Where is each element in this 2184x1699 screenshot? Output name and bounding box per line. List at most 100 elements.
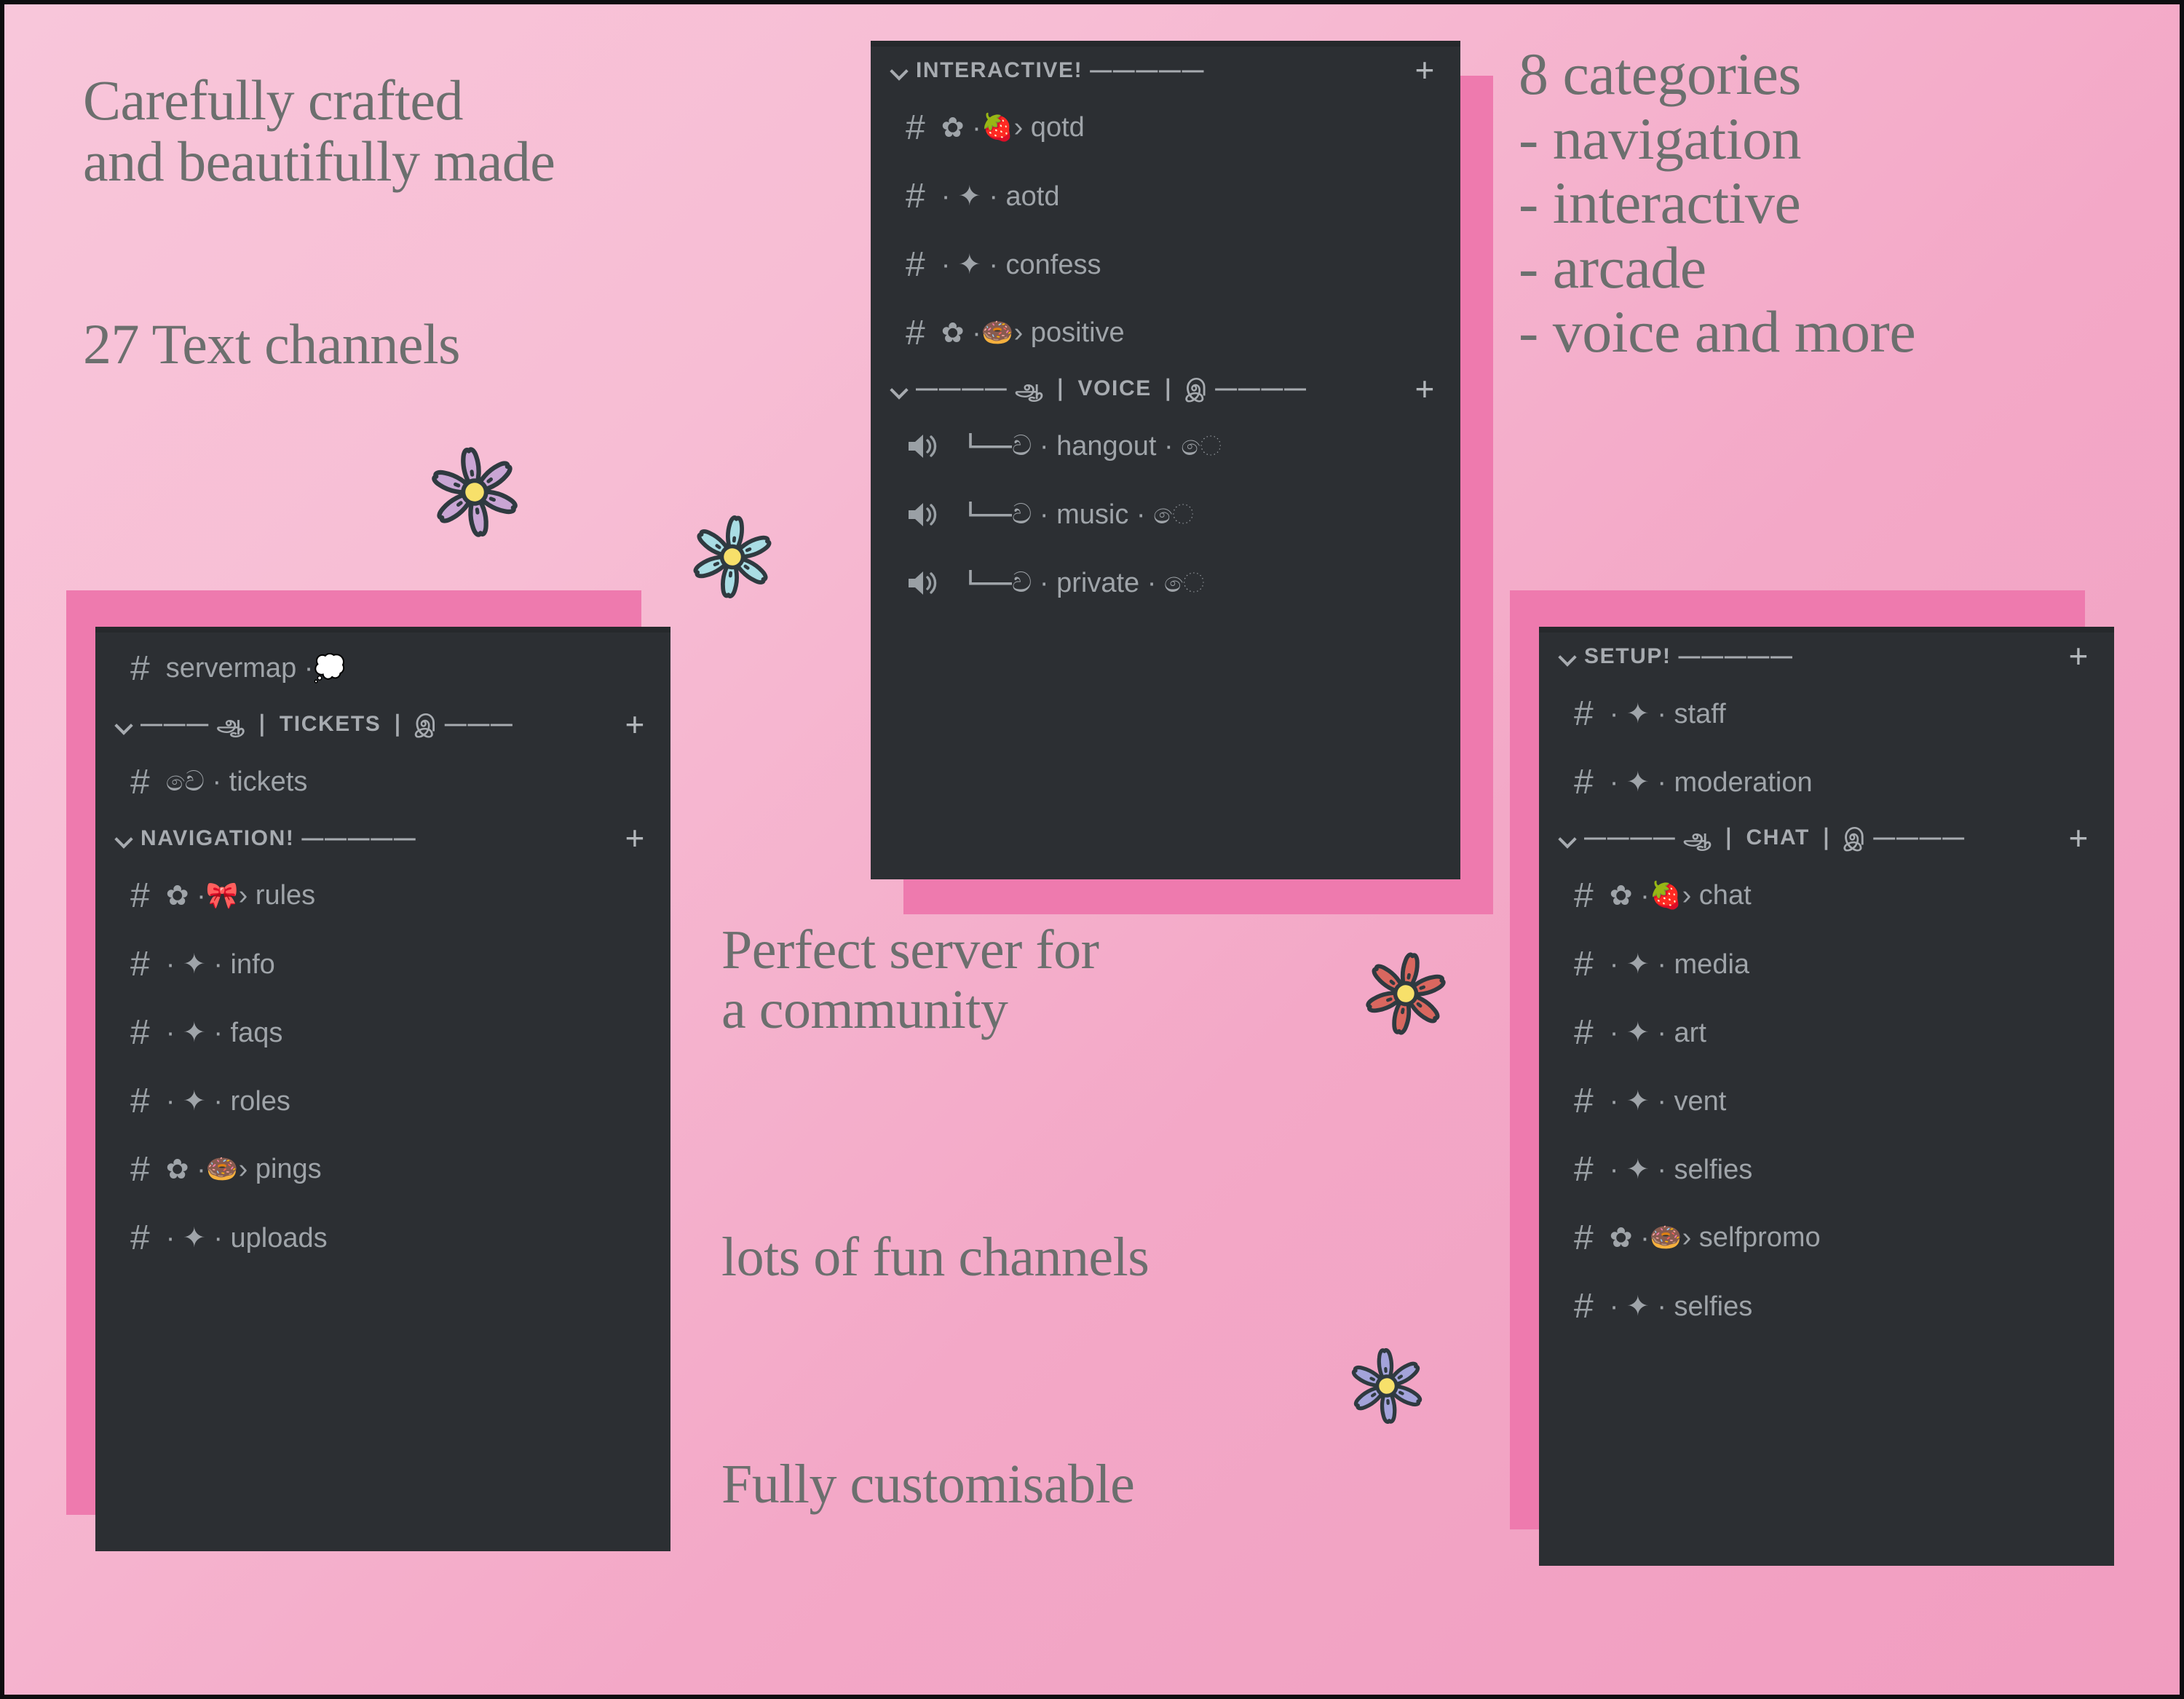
hash-icon: # bbox=[1574, 944, 1594, 983]
speaker-icon bbox=[906, 569, 939, 598]
hash-icon: # bbox=[1574, 1286, 1594, 1326]
headline-perfect-server: Perfect server for a community bbox=[721, 919, 1099, 1041]
channel-item-music[interactable]: ┗━ව · music · ෙ bbox=[871, 480, 1460, 549]
category-header-label: ———— ஆ ❘ VOICE ❘ இ ———— bbox=[916, 376, 1307, 400]
doughnut-emoji: 🍩 bbox=[1649, 1222, 1682, 1252]
poster-canvas: Carefully crafted and beautifully made 2… bbox=[0, 0, 2184, 1699]
category-header-voice[interactable]: ———— ஆ ❘ VOICE ❘ இ ———— + bbox=[871, 367, 1460, 412]
channel-name-text: › qotd bbox=[1013, 111, 1085, 143]
channel-name-text: ┗━ව · music · ෙ bbox=[957, 499, 1195, 530]
channel-item-media[interactable]: # · ✦ · media bbox=[1539, 930, 2114, 998]
channel-item-vent[interactable]: # · ✦ · vent bbox=[1539, 1066, 2114, 1135]
category-header-interactive[interactable]: INTERACTIVE! ————— + bbox=[871, 48, 1460, 93]
chevron-down-icon bbox=[114, 716, 133, 734]
channel-item-info[interactable]: # · ✦ · info bbox=[95, 930, 670, 998]
channel-name-text: · ✦ · faqs bbox=[165, 1017, 283, 1048]
speaker-icon bbox=[906, 500, 939, 529]
channel-name-text: ✿ · bbox=[941, 317, 981, 349]
channel-item-positive[interactable]: # ✿ · 🍩 › positive bbox=[871, 298, 1460, 367]
channel-item-selfies[interactable]: # · ✦ · selfies bbox=[1539, 1272, 2114, 1340]
category-header-chat[interactable]: ———— ஆ ❘ CHAT ❘ இ ———— + bbox=[1539, 816, 2114, 861]
channel-item-tickets[interactable]: # වෙ · tickets bbox=[95, 748, 670, 816]
channel-item-aotd[interactable]: # · ✦ · aotd bbox=[871, 162, 1460, 230]
add-channel-button[interactable]: + bbox=[1415, 373, 1436, 405]
right-channel-panel: SETUP! ————— + # · ✦ · staff # · ✦ · moderati… bbox=[1539, 627, 2114, 1566]
add-channel-button[interactable]: + bbox=[1415, 54, 1436, 87]
channel-item-servermap[interactable]: # servermap · 💭 bbox=[95, 634, 670, 702]
channel-name-text: · ✦ · vent bbox=[1609, 1085, 1727, 1117]
category-header-tickets[interactable]: ——— ஆ ❘ TICKETS ❘ இ ——— + bbox=[95, 702, 670, 748]
hash-icon: # bbox=[1574, 1149, 1594, 1189]
channel-item-selfpromo[interactable]: # ✿ · 🍩 › selfpromo bbox=[1539, 1203, 2114, 1272]
headline-text-channels: 27 Text channels bbox=[83, 312, 460, 376]
channel-item-qotd[interactable]: # ✿ · 🍓 › qotd bbox=[871, 93, 1460, 162]
headline-fun-channels: lots of fun channels bbox=[721, 1227, 1150, 1288]
channel-name-text: › chat bbox=[1682, 879, 1752, 911]
hash-icon: # bbox=[906, 245, 925, 284]
category-header-label: ——— ஆ ❘ TICKETS ❘ இ ——— bbox=[141, 711, 514, 736]
add-channel-button[interactable]: + bbox=[625, 708, 646, 741]
thought-balloon-emoji: 💭 bbox=[313, 653, 347, 683]
hash-icon: # bbox=[130, 762, 150, 801]
doughnut-emoji: 🍩 bbox=[205, 1154, 239, 1184]
channel-name-text: · ✦ · info bbox=[165, 948, 275, 980]
channel-name-text: · ✦ · uploads bbox=[165, 1222, 328, 1254]
add-channel-button[interactable]: + bbox=[625, 822, 646, 855]
category-header-label: NAVIGATION! ————— bbox=[141, 826, 417, 850]
channel-name-text: ✿ · bbox=[1609, 880, 1650, 911]
channel-name-text: ✿ · bbox=[165, 1154, 206, 1185]
channel-name-text: › positive bbox=[1013, 317, 1125, 348]
channel-name-text: ┗━ව · hangout · ෙ bbox=[957, 430, 1222, 462]
add-channel-button[interactable]: + bbox=[2069, 640, 2089, 673]
channel-item-selfies[interactable]: # · ✦ · selfies bbox=[1539, 1135, 2114, 1203]
channel-name-text: · ✦ · aotd bbox=[941, 181, 1060, 212]
middle-panel-wrapper: INTERACTIVE! ————— + # ✿ · 🍓 › qotd # · ✦ · a… bbox=[871, 41, 1493, 914]
category-header-setup[interactable]: SETUP! ————— + bbox=[1539, 634, 2114, 679]
channel-item-art[interactable]: # · ✦ · art bbox=[1539, 998, 2114, 1066]
channel-name-text: › selfpromo bbox=[1682, 1221, 1821, 1253]
channel-item-private[interactable]: ┗━ව · private · ෙ bbox=[871, 549, 1460, 617]
channel-item-confess[interactable]: # · ✦ · confess bbox=[871, 230, 1460, 298]
channel-item-rules[interactable]: # ✿ · 🎀 › rules bbox=[95, 861, 670, 930]
flower-sticker-red bbox=[1347, 935, 1465, 1052]
channel-item-chat[interactable]: # ✿ · 🍓 › chat bbox=[1539, 861, 2114, 930]
right-panel-wrapper: SETUP! ————— + # · ✦ · staff # · ✦ · moderati… bbox=[1510, 590, 2114, 1566]
channel-item-faqs[interactable]: # · ✦ · faqs bbox=[95, 998, 670, 1066]
channel-name-text: · ✦ · media bbox=[1609, 948, 1750, 980]
chevron-down-icon bbox=[890, 61, 909, 80]
channel-item-roles[interactable]: # · ✦ · roles bbox=[95, 1066, 670, 1135]
left-panel-wrapper: # servermap · 💭 ——— ஆ ❘ TICKETS ❘ இ ——— + # ව… bbox=[66, 590, 670, 1551]
channel-name-text: ✿ · bbox=[165, 880, 206, 911]
add-channel-button[interactable]: + bbox=[2069, 822, 2089, 855]
hash-icon: # bbox=[906, 176, 925, 215]
channel-item-hangout[interactable]: ┗━ව · hangout · ෙ bbox=[871, 412, 1460, 480]
middle-channel-panel: INTERACTIVE! ————— + # ✿ · 🍓 › qotd # · ✦ · a… bbox=[871, 41, 1460, 879]
speaker-icon bbox=[906, 432, 939, 461]
hash-icon: # bbox=[130, 944, 150, 983]
hash-icon: # bbox=[1574, 1218, 1594, 1257]
channel-name-text: servermap · bbox=[165, 652, 314, 684]
hash-icon: # bbox=[1574, 1013, 1594, 1052]
channel-name-text: · ✦ · staff bbox=[1609, 698, 1726, 729]
hash-icon: # bbox=[130, 649, 150, 688]
chevron-down-icon bbox=[890, 380, 909, 399]
hash-icon: # bbox=[906, 108, 925, 147]
channel-item-uploads[interactable]: # · ✦ · uploads bbox=[95, 1203, 670, 1272]
channel-name-text: · ✦ · selfies bbox=[1609, 1154, 1753, 1185]
ribbon-bow-emoji: 🎀 bbox=[205, 880, 239, 910]
channel-name-text: ✿ · bbox=[941, 112, 981, 143]
channel-item-staff[interactable]: # · ✦ · staff bbox=[1539, 679, 2114, 748]
headline-carefully-crafted: Carefully crafted and beautifully made bbox=[83, 68, 555, 194]
channel-item-moderation[interactable]: # · ✦ · moderation bbox=[1539, 748, 2114, 816]
channel-item-pings[interactable]: # ✿ · 🍩 › pings bbox=[95, 1135, 670, 1203]
hash-icon: # bbox=[1574, 876, 1594, 915]
hash-icon: # bbox=[906, 313, 925, 352]
channel-name-text: · ✦ · art bbox=[1609, 1017, 1706, 1048]
hash-icon: # bbox=[130, 876, 150, 915]
hash-icon: # bbox=[1574, 1081, 1594, 1120]
category-header-navigation[interactable]: NAVIGATION! ————— + bbox=[95, 816, 670, 861]
channel-name-text: වෙ · tickets bbox=[165, 766, 308, 797]
channel-name-text: · ✦ · moderation bbox=[1609, 767, 1813, 798]
strawberry-emoji: 🍓 bbox=[981, 112, 1014, 142]
chevron-down-icon bbox=[114, 829, 133, 848]
